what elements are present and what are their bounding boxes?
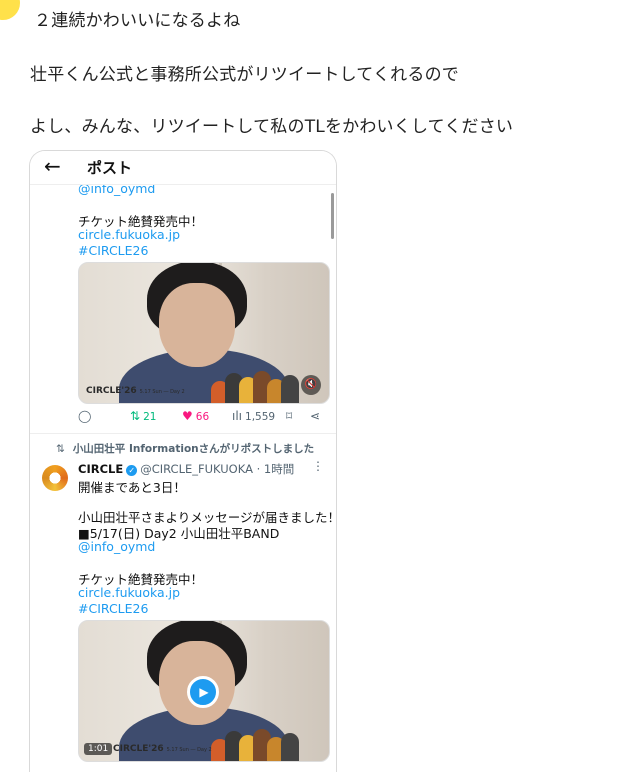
blog-text-line-1: ２連続かわいいになるよね (34, 11, 241, 31)
scrollbar[interactable] (331, 193, 334, 239)
mention-link[interactable]: @info_oymd (78, 539, 155, 554)
retweet-count: 21 (143, 411, 157, 423)
retweet-button[interactable]: ⇅ 21 (130, 409, 156, 423)
bookmark-button[interactable]: ⌑ (286, 409, 295, 423)
repost-indicator[interactable]: ⇅ 小山田壮平 Informationさんがリポストしました (56, 441, 314, 456)
post-topbar: ← ポスト (30, 151, 336, 185)
avatar[interactable] (42, 465, 68, 491)
tweet-actions: ◯ ⇅ 21 ♥ 66 ılı 1,559 ⌑ ⋖ (30, 409, 336, 429)
reply-button[interactable]: ◯ (78, 409, 94, 423)
tweet-text-line-1: 開催まであと3日！ (78, 480, 186, 495)
video-brand-text: CIRCLE'26 5.17 Sun ― Day 2 (113, 744, 212, 754)
back-arrow-icon[interactable]: ← (44, 154, 61, 178)
blog-avatar-icon (0, 0, 20, 20)
like-count: 66 (195, 411, 210, 423)
more-options-icon[interactable]: ⋮ (312, 459, 324, 473)
share-button[interactable]: ⋖ (310, 409, 323, 423)
url-link[interactable]: circle.fukuoka.jp (78, 227, 180, 242)
hashtag-link[interactable]: #CIRCLE26 (78, 601, 148, 616)
views-icon: ılı (232, 409, 243, 423)
heart-icon: ♥ (182, 409, 193, 423)
video-duration: 1:01 (84, 743, 113, 755)
repost-icon: ⇅ (56, 443, 65, 455)
like-button[interactable]: ♥ 66 (182, 409, 209, 423)
video-thumbnail[interactable]: CIRCLE'26 5.17 Sun ― Day 2 🔇 (78, 262, 330, 404)
repost-text: 小山田壮平 Informationさんがリポストしました (72, 443, 315, 455)
views-button[interactable]: ılı 1,559 (232, 409, 275, 423)
blog-text-line-3: よし、みんな、リツイートして私のTLをかわいくしてください (30, 117, 514, 137)
author-name[interactable]: CIRCLE (78, 462, 123, 476)
play-icon[interactable]: ▶ (187, 676, 219, 708)
url-link[interactable]: circle.fukuoka.jp (78, 585, 180, 600)
author-handle-time: @CIRCLE_FUKUOKA · 1時間 (140, 462, 295, 476)
verified-icon: ✓ (126, 465, 138, 476)
retweet-icon: ⇅ (130, 409, 141, 423)
post-screenshot: ← ポスト @info_oymd チケット絶賛発売中！ circle.fukuo… (29, 150, 337, 772)
logo-decoration (211, 369, 311, 403)
share-icon: ⋖ (310, 409, 321, 423)
mute-icon[interactable]: 🔇 (301, 375, 321, 395)
author-line: CIRCLE ✓ @CIRCLE_FUKUOKA · 1時間 (78, 461, 294, 477)
video-brand-text: CIRCLE'26 5.17 Sun ― Day 2 (86, 386, 185, 396)
page-title: ポスト (87, 159, 133, 177)
views-count: 1,559 (245, 411, 276, 423)
video-thumbnail[interactable]: CIRCLE'26 5.17 Sun ― Day 2 ▶ 1:01 (78, 620, 330, 762)
hashtag-link[interactable]: #CIRCLE26 (78, 243, 148, 258)
bookmark-icon: ⌑ (286, 409, 293, 423)
logo-decoration (211, 727, 311, 761)
reply-icon: ◯ (78, 409, 92, 423)
blog-text-line-2: 壮平くん公式と事務所公式がリツイートしてくれるので (30, 65, 459, 85)
divider (30, 433, 336, 434)
